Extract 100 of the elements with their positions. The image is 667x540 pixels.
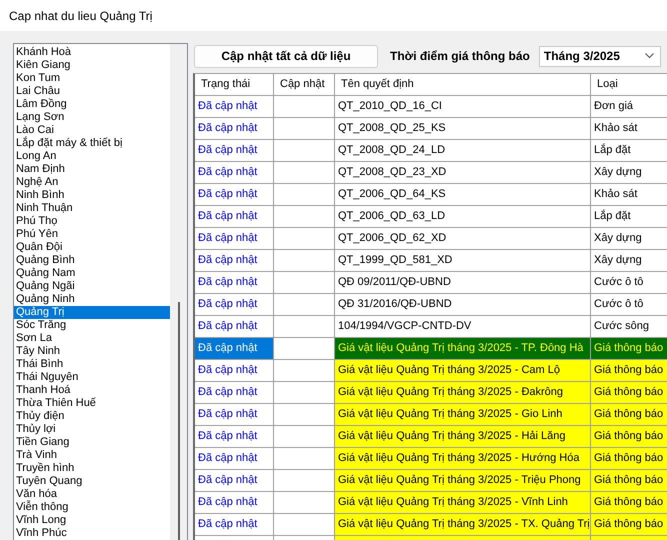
empty-cell <box>274 206 335 228</box>
list-item[interactable]: Kon Tum <box>14 72 170 85</box>
list-item[interactable]: Truyền hình <box>14 462 170 475</box>
status-cell[interactable]: Đã cập nhật <box>195 514 274 536</box>
status-cell[interactable]: Đã cập nhật <box>195 404 274 426</box>
decision-name-cell: QT_2008_QD_25_KS <box>335 118 591 140</box>
list-item[interactable]: Kiên Giang <box>14 59 170 72</box>
list-item[interactable]: Lào Cai <box>14 124 170 137</box>
list-item[interactable]: Lắp đặt máy & thiết bị <box>14 137 170 150</box>
empty-cell <box>274 140 335 162</box>
empty-cell <box>274 272 335 294</box>
list-item[interactable]: Văn hóa <box>14 488 170 501</box>
list-item[interactable]: Phú Thọ <box>14 215 170 228</box>
list-item[interactable]: Nghệ An <box>14 176 170 189</box>
column-header[interactable]: Tên quyết định <box>335 74 591 96</box>
status-cell[interactable]: Đã cập nhật <box>195 228 274 250</box>
list-item[interactable]: Viễn thông <box>14 501 170 514</box>
empty-cell <box>274 162 335 184</box>
status-cell[interactable]: Đã cập nhật <box>195 184 274 206</box>
column-header[interactable]: Cập nhật <box>274 74 335 96</box>
type-cell: Xây dựng <box>591 162 667 184</box>
list-item[interactable]: Thái Nguyên <box>14 371 170 384</box>
list-item[interactable]: Quảng Nam <box>14 267 170 280</box>
type-cell: Lắp đặt <box>591 206 667 228</box>
list-item[interactable]: Lai Châu <box>14 85 170 98</box>
period-select[interactable]: Tháng 3/2025 <box>538 46 661 66</box>
column-header[interactable]: Loại <box>591 74 667 96</box>
decision-name-cell: Giá vật liệu Quảng Trị tháng 3/2025 - TX. Quảng Trị <box>335 514 591 536</box>
status-cell[interactable]: Đã cập nhật <box>195 96 274 118</box>
list-item[interactable]: Quảng Ngãi <box>14 280 170 293</box>
type-cell: Giá thông báo <box>591 470 667 492</box>
type-cell: Giá thông báo <box>591 404 667 426</box>
list-item[interactable]: Thừa Thiên Huế <box>14 397 170 410</box>
status-cell[interactable]: Đã cập nhật <box>195 470 274 492</box>
status-cell[interactable]: Đã cập nhật <box>195 140 274 162</box>
list-item[interactable]: Quảng Ninh <box>14 293 170 306</box>
list-item[interactable]: Thanh Hoá <box>14 384 170 397</box>
type-cell: Đơn giá <box>591 96 667 118</box>
type-cell: Cước ô tô <box>591 294 667 316</box>
list-item[interactable]: Quảng Trị <box>14 306 170 319</box>
status-cell[interactable]: Đã cập nhật <box>195 492 274 514</box>
list-item[interactable]: Quảng Bình <box>14 254 170 267</box>
list-item[interactable]: Tây Ninh <box>14 345 170 358</box>
decision-name-cell: Giá vật liệu Quảng Trị tháng 3/2025 - Hải Lăng <box>335 426 591 448</box>
decision-name-cell: Giá vật liệu Quảng Trị tháng 3/2025 - TP. Đông Hà <box>335 338 591 360</box>
decision-name-cell: Giá vật liệu Quảng Trị tháng 3/2025 - Đakrông <box>335 382 591 404</box>
empty-cell <box>274 228 335 250</box>
status-cell[interactable]: Đã cập nhật <box>195 338 274 360</box>
status-cell[interactable]: Đã cập nhật <box>195 448 274 470</box>
type-cell: Xây dựng <box>591 250 667 272</box>
decision-name-cell: QT_2008_QD_24_LD <box>335 140 591 162</box>
list-item[interactable]: Vĩnh Long <box>14 514 170 527</box>
status-cell[interactable]: Đã cập nhật <box>195 272 274 294</box>
list-item[interactable]: Ninh Bình <box>14 189 170 202</box>
decision-name-cell: QT_2006_QD_63_LD <box>335 206 591 228</box>
list-item[interactable]: Tiền Giang <box>14 436 170 449</box>
decision-name-cell: QT_1999_QD_581_XD <box>335 250 591 272</box>
list-item[interactable]: Lâm Đồng <box>14 98 170 111</box>
type-cell: Giá thông báo <box>591 426 667 448</box>
status-cell[interactable]: Đã cập nhật <box>195 426 274 448</box>
type-cell: Giá thông báo <box>591 360 667 382</box>
status-cell[interactable]: Đã cập nhật <box>195 360 274 382</box>
status-cell[interactable]: Đã cập nhật <box>195 206 274 228</box>
chevron-icon <box>644 53 654 59</box>
status-cell[interactable]: Đã cập nhật <box>195 382 274 404</box>
decision-name-cell: QĐ 09/2011/QĐ-UBND <box>335 272 591 294</box>
status-cell[interactable]: Đã cập nhật <box>195 294 274 316</box>
list-item[interactable]: Thủy lợi <box>14 423 170 436</box>
decision-name-cell: Giá vật liệu Quảng Trị tháng 3/2025 - Hướng Hóa <box>335 448 591 470</box>
empty-cell <box>274 118 335 140</box>
list-item[interactable]: Vĩnh Phúc <box>14 527 170 540</box>
status-cell[interactable]: Đã cập nhật <box>195 162 274 184</box>
scrollbar-thumb[interactable] <box>178 302 180 540</box>
list-item[interactable]: Tuyên Quang <box>14 475 170 488</box>
list-item[interactable]: Thủy điện <box>14 410 170 423</box>
type-cell: Giá thông báo <box>591 514 667 536</box>
list-item[interactable]: Nam Định <box>14 163 170 176</box>
list-item[interactable]: Khánh Hoà <box>14 46 170 59</box>
empty-cell <box>274 96 335 118</box>
decision-name-cell: Giá vật liệu Quảng Trị tháng 3/2025 - Triệu Phong <box>335 470 591 492</box>
list-item[interactable]: Lạng Sơn <box>14 111 170 124</box>
decision-name-cell: QĐ 31/2016/QĐ-UBND <box>335 294 591 316</box>
status-cell[interactable]: Đã cập nhật <box>195 250 274 272</box>
status-cell[interactable]: Đã cập nhật <box>195 118 274 140</box>
list-item[interactable]: Quân Đội <box>14 241 170 254</box>
list-item[interactable]: Long An <box>14 150 170 163</box>
list-item[interactable]: Thái Bình <box>14 358 170 371</box>
decision-name-cell: QT_2006_QD_62_XD <box>335 228 591 250</box>
decision-name-cell: Giá vật liệu Quảng Trị tháng 3/2025 - Vĩnh Linh <box>335 492 591 514</box>
list-item[interactable]: Ninh Thuận <box>14 202 170 215</box>
list-item[interactable]: Phú Yên <box>14 228 170 241</box>
update-all-button[interactable]: Cập nhật tất cả dữ liệu <box>194 44 378 68</box>
type-cell: Cước ô tô <box>591 272 667 294</box>
list-item[interactable]: Trà Vinh <box>14 449 170 462</box>
period-label: Thời điểm giá thông báo <box>390 49 530 63</box>
type-cell: Giá thông báo <box>591 492 667 514</box>
list-item[interactable]: Sơn La <box>14 332 170 345</box>
list-item[interactable]: Sóc Trăng <box>14 319 170 332</box>
column-header[interactable]: Trạng thái <box>195 74 274 96</box>
empty-cell <box>274 316 335 338</box>
